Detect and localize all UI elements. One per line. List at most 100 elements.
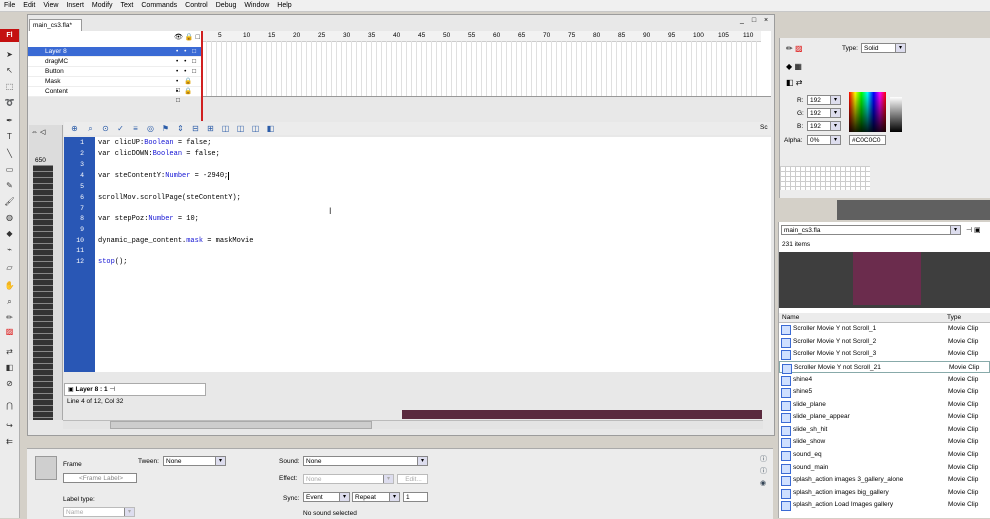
selection-tool-icon[interactable]: ➤ (4, 49, 15, 60)
auto-format-icon[interactable]: ≡ (131, 124, 140, 133)
paint-bucket-icon[interactable]: ◆ (4, 228, 15, 239)
frames-grid[interactable] (201, 41, 761, 96)
collapse-selection-icon[interactable]: ⊟ (191, 124, 200, 133)
code-line[interactable]: stop(); (98, 258, 127, 266)
apply-block-comment-icon[interactable]: ◫ (221, 124, 230, 133)
hex-input[interactable]: #C0C0C0 (849, 135, 886, 145)
sound-select[interactable]: None ▾ (303, 456, 428, 466)
library-row[interactable]: Scroller Movie Y not Scroll_2 Movie Clip (779, 336, 990, 348)
add-statement-icon[interactable]: ⊕ (70, 124, 79, 133)
library-row[interactable]: sound_main Movie Clip (779, 462, 990, 474)
playhead[interactable] (201, 31, 203, 121)
type-column-header[interactable]: Type (947, 313, 961, 322)
default-swap-icons[interactable]: ◧ ⇄ (786, 78, 802, 87)
tween-select[interactable]: None ▾ (163, 456, 226, 466)
library-row[interactable]: slide_sh_hit Movie Clip (779, 424, 990, 436)
library-row[interactable]: sound_eq Movie Clip (779, 449, 990, 461)
help-info-icons[interactable]: ⓘ ⓘ ◉ (760, 454, 767, 490)
layer-state-icons[interactable]: • • □ (176, 47, 198, 56)
edit-button[interactable]: Edit... (397, 474, 428, 484)
zoom-tool-icon[interactable]: ⌕ (4, 296, 15, 307)
layer-row[interactable]: dragMC • • □ (28, 57, 201, 67)
menu-item-text[interactable]: Text (117, 0, 138, 11)
code-line[interactable]: var steContentY:Number = -2940; (98, 172, 234, 180)
brightness-slider[interactable] (890, 97, 902, 132)
no-color-icon[interactable]: ⊘ (4, 378, 15, 389)
menu-item-help[interactable]: Help (273, 0, 295, 11)
library-row[interactable]: shine5 Movie Clip (779, 386, 990, 398)
menu-item-commands[interactable]: Commands (137, 0, 181, 11)
fill-type-select[interactable]: Solid ▾ (861, 43, 906, 53)
script-assist-label[interactable]: Sc (760, 124, 768, 131)
library-row[interactable]: slide_show Movie Clip (779, 436, 990, 448)
window-controls[interactable]: _ □ × (740, 17, 771, 24)
code-hint-icon[interactable]: ◎ (146, 124, 155, 133)
name-column-header[interactable]: Name (782, 313, 799, 322)
collapse-between-braces-icon[interactable]: ⇕ (176, 124, 185, 133)
find-icon[interactable]: ⌕ (86, 124, 95, 133)
stroke-color-icon[interactable]: ✏ (4, 312, 15, 323)
script-layer-tab[interactable]: ▣ Layer 8 : 1 ⊣ (64, 383, 206, 396)
library-file-select[interactable]: main_cs3.fla ▾ (781, 225, 961, 235)
fill-toggle-icons[interactable]: ◆ ▦ (786, 62, 802, 71)
code-line[interactable]: dynamic_page_content.mask = maskMovie (98, 237, 253, 245)
swatch-grid[interactable] (780, 166, 870, 190)
pen-tool-icon[interactable]: ✒ (4, 115, 15, 126)
effect-select[interactable]: None ▾ (303, 474, 394, 484)
pencil-icon[interactable]: ✎ (4, 180, 15, 191)
lasso-icon[interactable]: ➰ (4, 97, 15, 108)
remove-comment-icon[interactable]: ◫ (251, 124, 260, 133)
g-input[interactable]: 192 ▾ (807, 108, 841, 118)
library-row[interactable]: Scroller Movie Y not Scroll_21 Movie Clip (779, 361, 990, 374)
menu-item-window[interactable]: Window (240, 0, 273, 11)
smooth-icon[interactable]: ↪ (4, 420, 15, 431)
debug-options-icon[interactable]: ⚑ (161, 124, 170, 133)
label-type-select[interactable]: Name ▾ (63, 507, 135, 517)
apply-line-comment-icon[interactable]: ◫ (236, 124, 245, 133)
library-row[interactable]: splash_action Load Images gallery Movie C… (779, 499, 990, 511)
brush-icon[interactable]: 🖌 (4, 196, 15, 207)
fill-color-icon[interactable]: ▨ (4, 326, 15, 337)
free-transform-icon[interactable]: ⬚ (4, 81, 15, 92)
library-row[interactable]: Scroller Movie Y not Scroll_3 Movie Clip (779, 348, 990, 360)
menu-item-view[interactable]: View (39, 0, 62, 11)
default-colors-icon[interactable]: ◧ (4, 362, 15, 373)
menu-item-file[interactable]: File (0, 0, 19, 11)
rectangle-tool-icon[interactable]: ▭ (4, 164, 15, 175)
b-input[interactable]: 192 ▾ (807, 121, 841, 131)
straighten-icon[interactable]: ⇇ (4, 436, 15, 447)
frame-label-input[interactable]: <Frame Label> (63, 473, 137, 483)
hand-tool-icon[interactable]: ✋ (4, 280, 15, 291)
library-row[interactable]: slide_plane Movie Clip (779, 399, 990, 411)
layer-row[interactable]: Button • • □ (28, 67, 201, 77)
library-row[interactable]: splash_action images big_gallery Movie Cl… (779, 487, 990, 499)
layer-state-icons[interactable]: • 🔒 □ (176, 87, 201, 105)
snap-magnet-icon[interactable]: ⋂ (4, 400, 15, 411)
eraser-icon[interactable]: ▱ (4, 262, 15, 273)
alpha-input[interactable]: 0% ▾ (807, 135, 841, 145)
expand-all-icon[interactable]: ⊞ (206, 124, 215, 133)
pin-script-icon[interactable]: ⊣ (109, 386, 115, 393)
repeat-count-input[interactable]: 1 (403, 492, 428, 502)
layer-row[interactable]: Mask • 🔒 □ (28, 77, 201, 94)
swap-colors-icon[interactable]: ⇄ (4, 346, 15, 357)
code-line[interactable]: var clicUP:Boolean = false; (98, 139, 211, 147)
layer-state-icons[interactable]: • • □ (176, 57, 198, 66)
menu-item-modify[interactable]: Modify (88, 0, 117, 11)
menu-item-insert[interactable]: Insert (62, 0, 88, 11)
library-row[interactable]: splash_action images 3_gallery_alone Movi… (779, 474, 990, 486)
show-toolbox-icon[interactable]: ◧ (266, 124, 275, 133)
menu-item-debug[interactable]: Debug (212, 0, 241, 11)
repeat-select[interactable]: Repeat ▾ (352, 492, 400, 502)
stroke-fill-icons[interactable]: ✏ ▨ (786, 44, 803, 53)
layer-visibility-lock-icons[interactable]: 👁🔒□ (174, 33, 202, 41)
library-row[interactable]: Scroller Movie Y not Scroll_1 Movie Clip (779, 323, 990, 335)
subselection-tool-icon[interactable]: ↖ (4, 65, 15, 76)
r-input[interactable]: 192 ▾ (807, 95, 841, 105)
check-syntax-icon[interactable]: ✓ (116, 124, 125, 133)
text-tool-icon[interactable]: T (4, 131, 15, 142)
menu-item-control[interactable]: Control (181, 0, 212, 11)
menu-item-edit[interactable]: Edit (19, 0, 39, 11)
insert-target-path-icon[interactable]: ⊙ (101, 124, 110, 133)
library-row[interactable]: shine4 Movie Clip (779, 374, 990, 386)
